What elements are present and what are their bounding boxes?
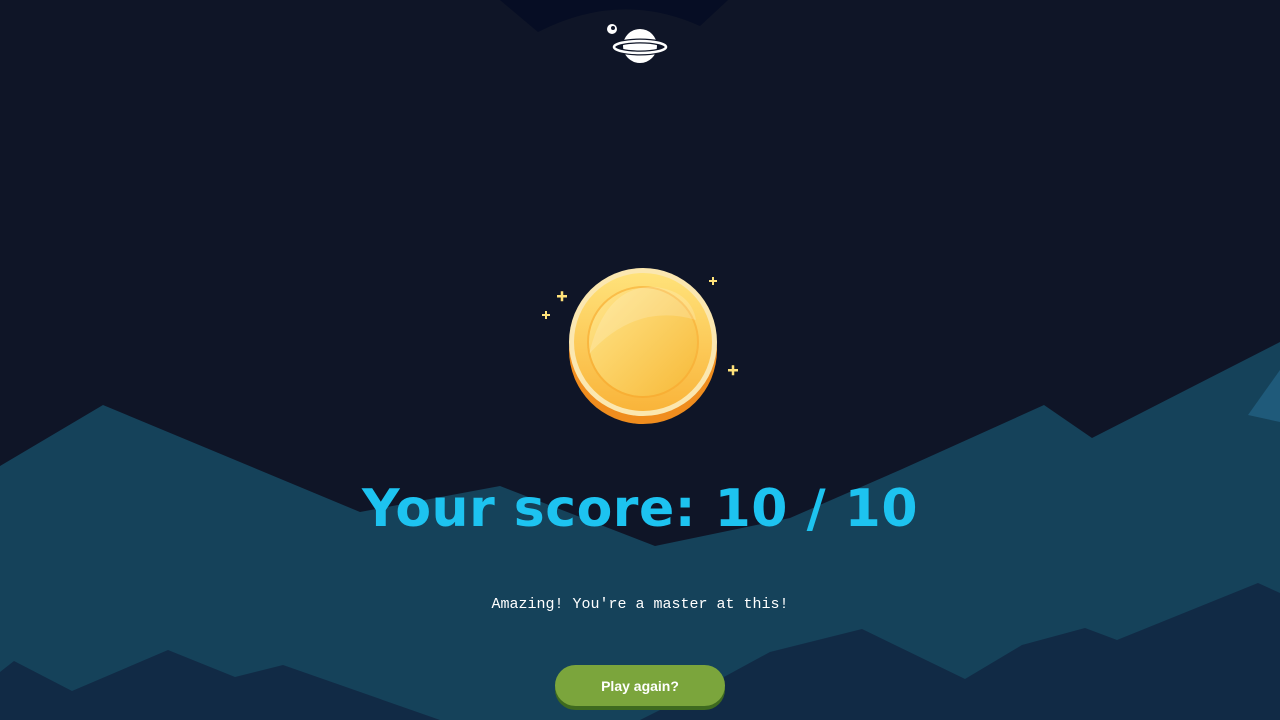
result-message: Amazing! You're a master at this! bbox=[491, 596, 789, 613]
gold-coin-icon bbox=[542, 268, 738, 424]
play-again-button[interactable]: Play again? bbox=[555, 665, 725, 706]
game-screen: Your score: 10 / 10 Amazing! You're a ma… bbox=[0, 0, 1280, 720]
score-heading: Your score: 10 / 10 bbox=[361, 479, 919, 539]
planet-logo-icon bbox=[607, 24, 669, 63]
